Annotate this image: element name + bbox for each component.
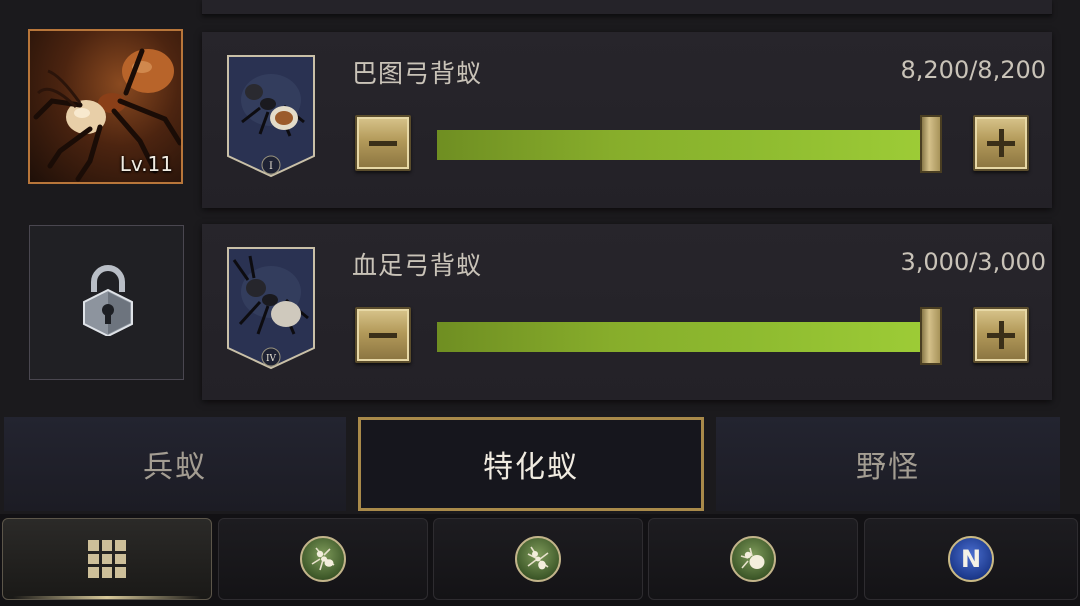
increase-button[interactable] <box>973 307 1029 363</box>
troop-slider-fill <box>437 130 935 160</box>
troop-slider-handle[interactable] <box>920 307 942 365</box>
nav-ant-type-2-button[interactable] <box>433 518 643 600</box>
troop-row-2: IV 血足弓背蚁 3,000/3,000 <box>202 224 1052 400</box>
troop-slider-track[interactable] <box>437 307 942 365</box>
troop-count: 3,000/3,000 <box>900 248 1047 276</box>
ant-icon <box>300 536 346 582</box>
nav-ant-type-1-button[interactable] <box>218 518 428 600</box>
ant-icon <box>730 536 776 582</box>
nav-n-button[interactable]: N <box>864 518 1078 600</box>
increase-button[interactable] <box>973 115 1029 171</box>
n-badge-icon: N <box>948 536 994 582</box>
tab-wild-monsters[interactable]: 野怪 <box>716 417 1060 511</box>
tab-soldier-ants[interactable]: 兵蚁 <box>4 417 346 511</box>
nav-all-button[interactable] <box>2 518 212 600</box>
troop-slider-track[interactable] <box>437 115 942 173</box>
troop-name: 巴图弓背蚁 <box>352 59 483 88</box>
troop-count: 8,200/8,200 <box>900 56 1047 84</box>
lock-icon <box>83 265 133 336</box>
hero-portrait[interactable]: Lv.11 <box>28 29 183 184</box>
ant-icon <box>515 536 561 582</box>
top-panel-edge <box>202 0 1052 15</box>
hero-level: Lv.11 <box>119 152 173 176</box>
nav-ant-type-3-button[interactable] <box>648 518 858 600</box>
minus-icon <box>369 141 397 146</box>
troop-slider-fill <box>437 322 935 352</box>
svg-text:IV: IV <box>266 354 277 364</box>
troop-row-1: I 巴图弓背蚁 8,200/8,200 <box>202 32 1052 208</box>
troop-name: 血足弓背蚁 <box>352 251 483 280</box>
minus-icon <box>369 333 397 338</box>
tab-special-ants[interactable]: 特化蚁 <box>358 417 704 511</box>
decrease-button[interactable] <box>355 307 411 363</box>
svg-text:I: I <box>269 161 273 172</box>
troop-slider-handle[interactable] <box>920 115 942 173</box>
locked-hero-slot[interactable] <box>29 225 184 380</box>
grid-icon <box>88 540 126 578</box>
troop-banner-2: IV <box>227 247 315 370</box>
troop-banner-1: I <box>227 55 315 178</box>
decrease-button[interactable] <box>355 115 411 171</box>
